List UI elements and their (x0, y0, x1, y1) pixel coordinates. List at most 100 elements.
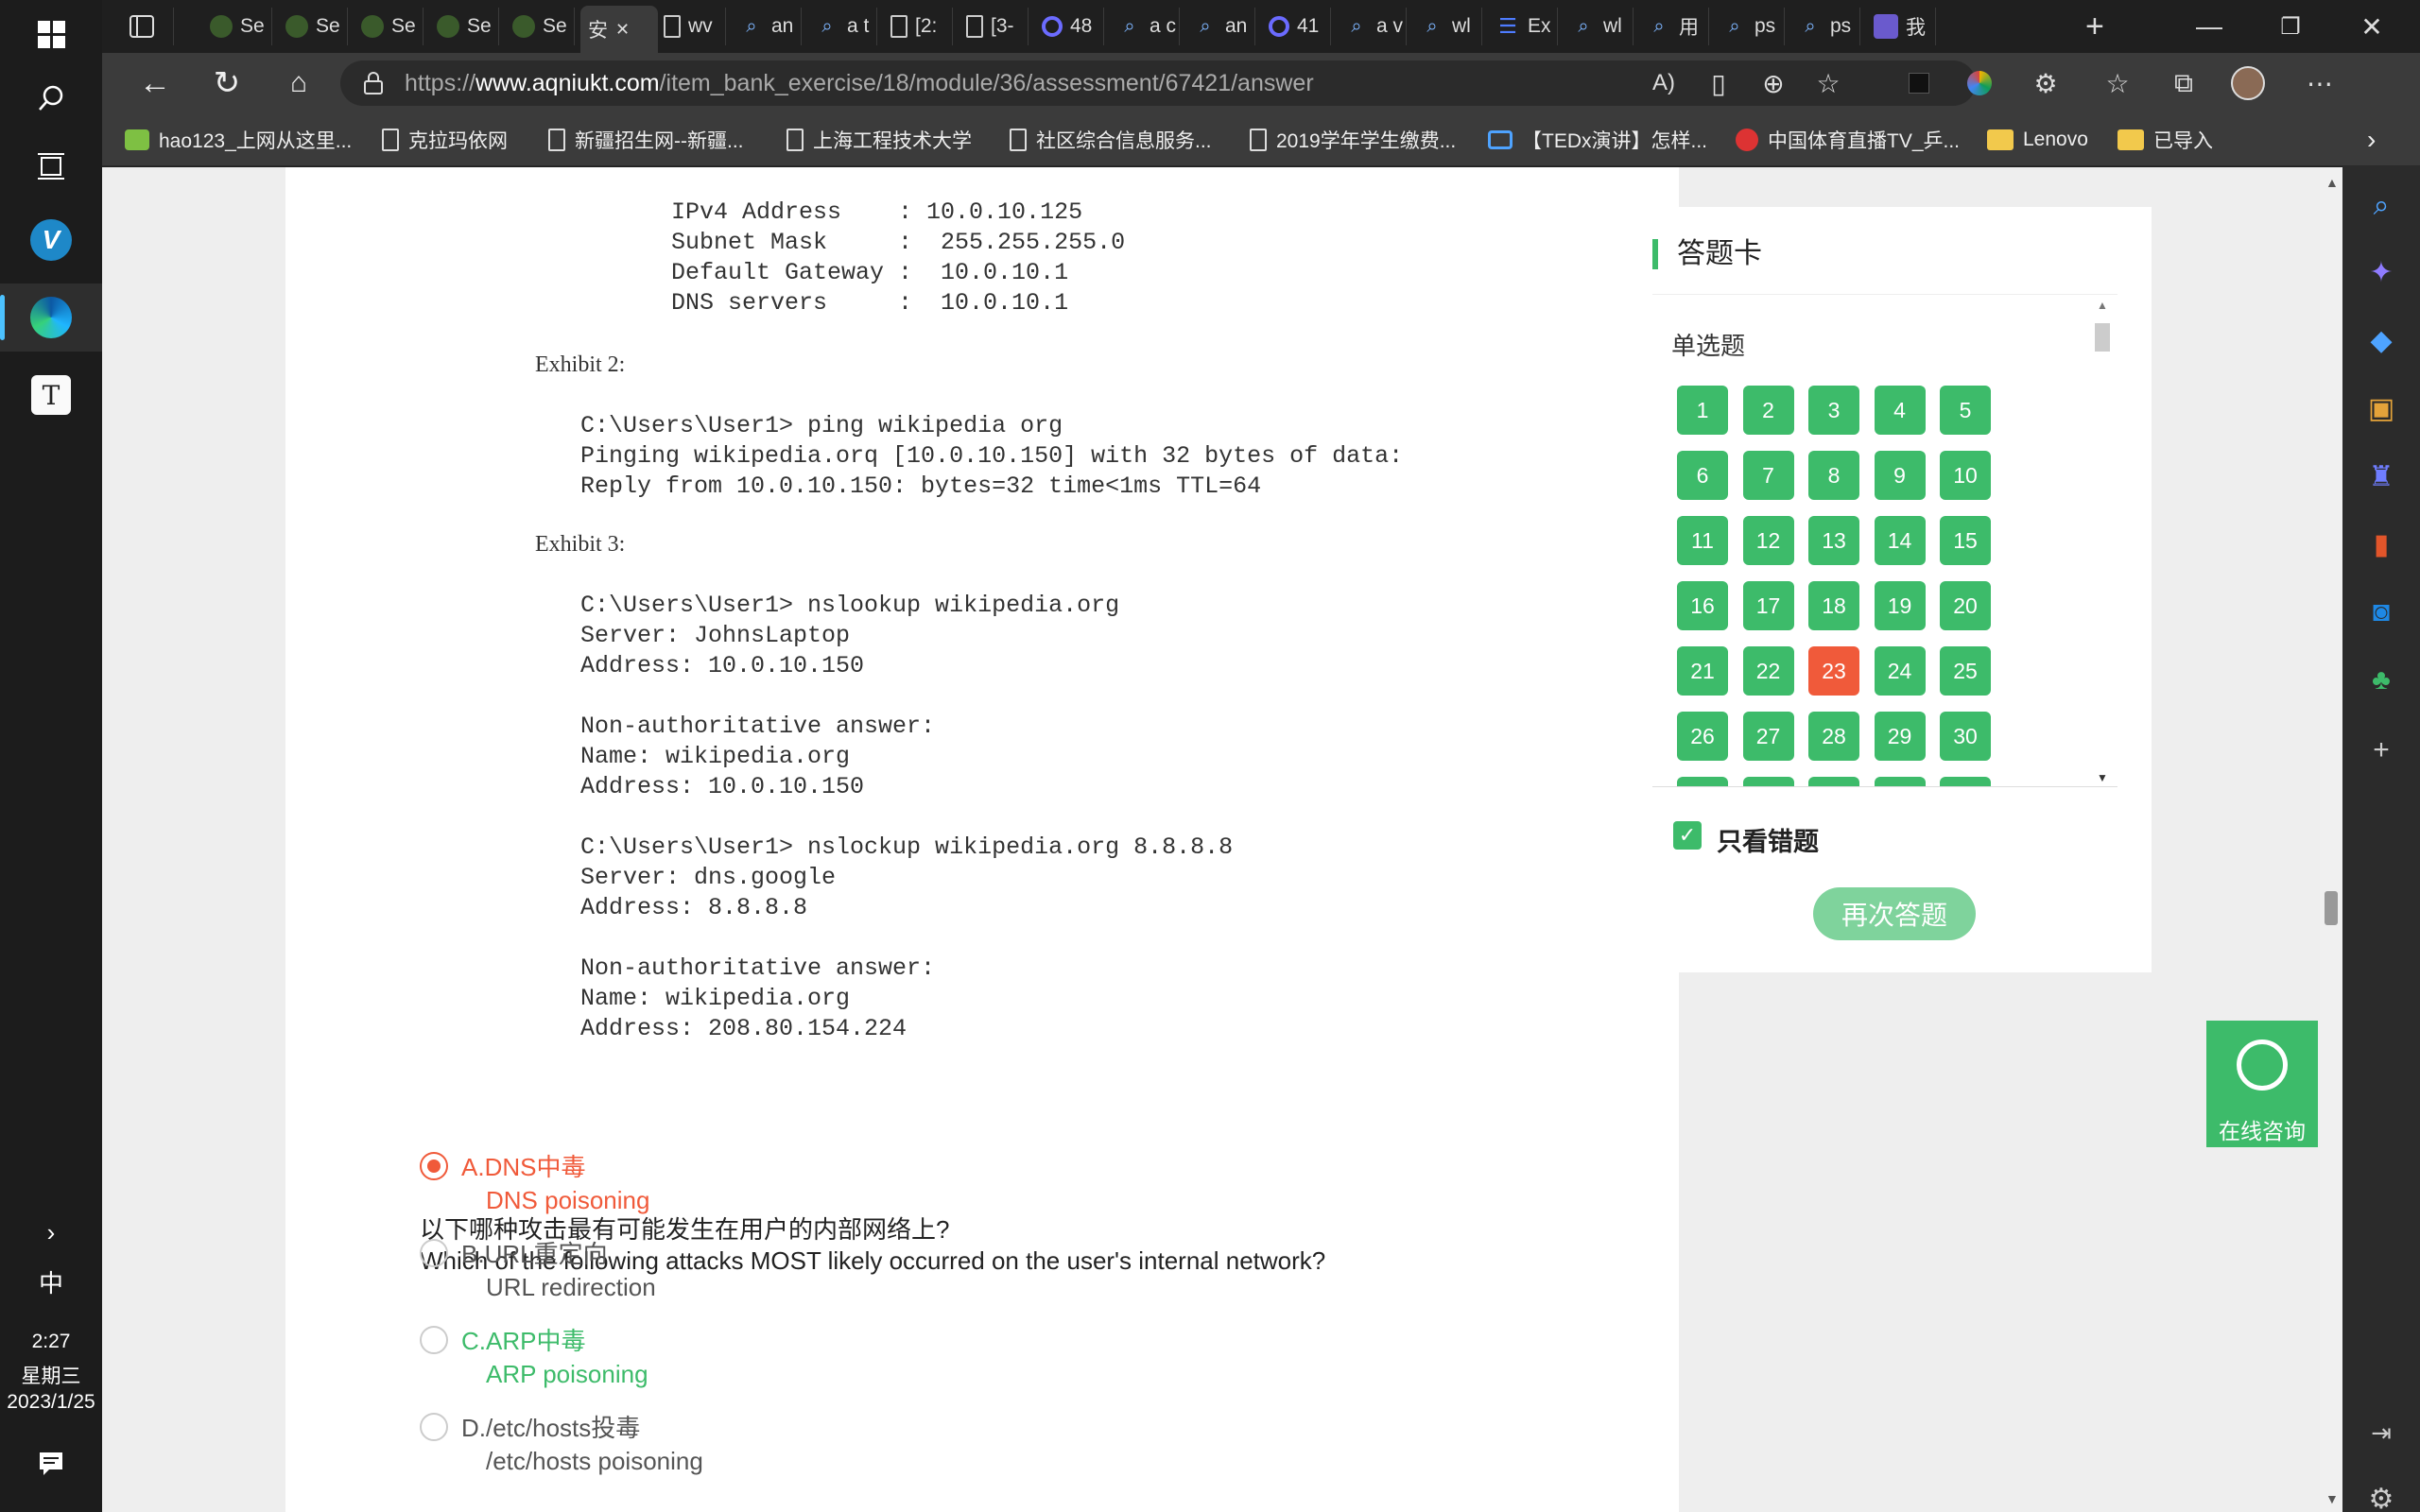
question-number-button[interactable]: 2 (1742, 386, 1794, 435)
question-number-button-partial[interactable] (1940, 777, 1991, 786)
clock-date[interactable]: 2023/1/25 (0, 1391, 102, 1414)
search-button[interactable] (0, 64, 102, 132)
refresh-button[interactable]: ↻ (200, 62, 253, 104)
back-button[interactable]: ← (129, 62, 182, 104)
question-number-button-partial[interactable] (1677, 777, 1728, 786)
radio[interactable] (420, 1239, 448, 1267)
question-number-button[interactable]: 6 (1677, 451, 1728, 500)
scroll-up-icon[interactable]: ▲ (2325, 175, 2339, 190)
show-hidden-icons-button[interactable]: › (0, 1198, 102, 1266)
question-number-button[interactable]: 12 (1742, 516, 1794, 565)
taskbar-app-v[interactable]: V (0, 206, 102, 274)
page-scrollbar[interactable]: ▲ ▼ (2320, 167, 2342, 1512)
minimize-button[interactable]: — (2169, 0, 2250, 53)
browser-tab[interactable]: ⌕ ps (1715, 8, 1785, 45)
browser-tab[interactable]: Se (354, 8, 424, 45)
clock-weekday[interactable]: 星期三 (0, 1361, 102, 1389)
sidebar-settings-button[interactable]: ⚙ (2342, 1472, 2420, 1512)
radio[interactable] (420, 1326, 448, 1354)
browser-tab[interactable]: ⌕ a t (807, 8, 877, 45)
question-number-button[interactable]: 13 (1808, 516, 1859, 565)
bookmark-5[interactable]: 2019学年学生缴费... (1250, 125, 1456, 155)
question-number-button[interactable]: 23 (1808, 646, 1859, 696)
browser-tab[interactable]: [3- (959, 8, 1028, 45)
scroll-down-icon[interactable]: ▼ (2097, 771, 2108, 784)
question-number-button[interactable]: 9 (1874, 451, 1926, 500)
browser-tab[interactable]: [2: (883, 8, 953, 45)
sidebar-hide-button[interactable]: ⇥ (2342, 1406, 2420, 1459)
question-number-button[interactable]: 3 (1808, 386, 1859, 435)
question-number-button[interactable]: 4 (1874, 386, 1926, 435)
answer-card-scrollbar[interactable]: ▲ ▼ (2091, 295, 2114, 786)
close-tab-icon[interactable]: ✕ (615, 20, 630, 40)
question-number-button[interactable]: 21 (1677, 646, 1728, 696)
restore-button[interactable]: ❐ (2250, 0, 2331, 53)
question-number-button[interactable]: 7 (1742, 451, 1794, 500)
more-favorites-button[interactable]: › (2367, 125, 2376, 155)
question-number-button[interactable]: 15 (1940, 516, 1991, 565)
question-number-button[interactable]: 26 (1677, 712, 1728, 761)
favorites-button[interactable]: ☆ (2097, 64, 2138, 102)
sidebar-tools-button[interactable]: ▣ (2342, 382, 2420, 435)
question-number-button[interactable]: 14 (1874, 516, 1926, 565)
url-text[interactable]: https://www.aqniukt.com/item_bank_exerci… (405, 70, 1314, 97)
bookmark-8[interactable]: Lenovo (1987, 125, 2088, 155)
browser-tab[interactable]: ⌕ an (1185, 8, 1255, 45)
question-number-button[interactable]: 8 (1808, 451, 1859, 500)
bookmark-0[interactable]: hao123_上网从这里... (125, 125, 352, 155)
radio[interactable] (420, 1413, 448, 1441)
browser-tab[interactable]: Se (202, 8, 272, 45)
question-number-button[interactable]: 10 (1940, 451, 1991, 500)
collections-button[interactable]: ⧉ (2163, 64, 2204, 102)
browser-tab[interactable]: Se (278, 8, 348, 45)
question-number-button[interactable]: 5 (1940, 386, 1991, 435)
scroll-up-icon[interactable]: ▲ (2097, 299, 2108, 312)
question-number-button[interactable]: 22 (1742, 646, 1794, 696)
sidebar-discover-button[interactable]: ✦ (2342, 246, 2420, 299)
only-wrong-label[interactable]: 只看错题 (1717, 821, 1819, 858)
question-number-button[interactable]: 17 (1742, 581, 1794, 630)
bookmark-7[interactable]: 中国体育直播TV_乒... (1736, 125, 1960, 155)
question-number-button[interactable]: 30 (1940, 712, 1991, 761)
sidebar-games-button[interactable]: ♜ (2342, 450, 2420, 503)
browser-tab[interactable]: wv (656, 8, 726, 45)
immersive-reader-button[interactable]: ▯ (1698, 64, 1739, 102)
browser-tab[interactable]: 41 (1261, 8, 1331, 45)
home-button[interactable]: ⌂ (272, 62, 325, 104)
question-number-button[interactable]: 29 (1874, 712, 1926, 761)
bookmark-6[interactable]: 【TEDx演讲】怎样... (1488, 125, 1707, 155)
bookmark-2[interactable]: 新疆招生网--新疆... (548, 125, 744, 155)
sidebar-shopping-button[interactable]: ◆ (2342, 314, 2420, 367)
online-consult-button[interactable]: 在线咨询 (2206, 1021, 2318, 1147)
browser-tab[interactable]: 48 (1034, 8, 1104, 45)
taskbar-app-typora[interactable]: T (0, 361, 102, 429)
zoom-button[interactable]: ⊕ (1753, 64, 1794, 102)
question-number-button[interactable]: 1 (1677, 386, 1728, 435)
scroll-thumb[interactable] (2095, 323, 2110, 352)
close-window-button[interactable]: ✕ (2331, 0, 2412, 53)
question-number-button[interactable]: 28 (1808, 712, 1859, 761)
question-number-button[interactable]: 20 (1940, 581, 1991, 630)
settings-more-button[interactable]: ⋯ (2299, 64, 2341, 102)
radio-selected[interactable] (420, 1152, 448, 1180)
browser-tab[interactable]: ⌕ wl (1412, 8, 1482, 45)
start-button[interactable] (0, 0, 102, 68)
browser-tab[interactable]: 安 ✕ (580, 6, 658, 53)
profile-button[interactable] (2227, 64, 2269, 102)
browser-tab[interactable]: 我 (1866, 8, 1936, 45)
question-number-button-partial[interactable] (1742, 777, 1794, 786)
sidebar-search-button[interactable]: ⌕ (2342, 180, 2420, 232)
question-number-button[interactable]: 18 (1808, 581, 1859, 630)
question-number-button[interactable]: 19 (1874, 581, 1926, 630)
extension-dark-button[interactable] (1898, 64, 1940, 102)
question-number-button-partial[interactable] (1874, 777, 1926, 786)
browser-tab[interactable]: ⌕ ps (1790, 8, 1860, 45)
browser-tab[interactable]: ⌕ a c (1110, 8, 1180, 45)
browser-tab[interactable]: ⌕ 用 (1639, 8, 1709, 45)
browser-tab[interactable]: Se (429, 8, 499, 45)
browser-tab[interactable]: Se (505, 8, 575, 45)
extensions-button[interactable]: ⚙ (2025, 64, 2066, 102)
retry-button[interactable]: 再次答题 (1813, 887, 1976, 940)
scroll-down-icon[interactable]: ▼ (2325, 1491, 2339, 1506)
question-number-button[interactable]: 11 (1677, 516, 1728, 565)
